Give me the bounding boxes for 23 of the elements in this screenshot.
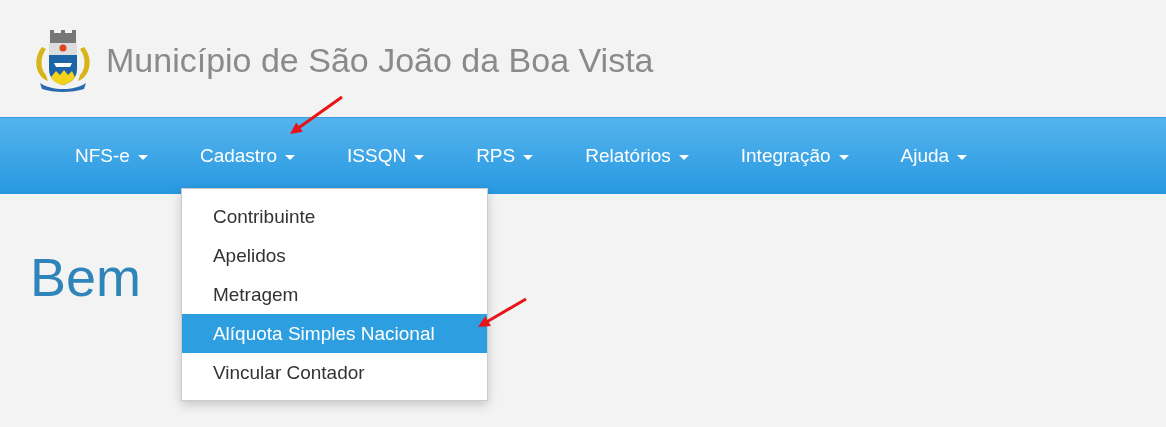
nav-menu[interactable]: Integração [727,135,862,177]
caret-icon [678,154,689,160]
nav-menu[interactable]: RPS [463,135,547,177]
page-heading: Bem [30,246,142,308]
menu-item[interactable]: Contribuinte [181,197,487,236]
nav-menu[interactable]: Cadastro [186,135,308,177]
caret-icon [414,154,425,160]
menu-item[interactable]: Metragem [181,275,487,314]
caret-icon [137,154,148,160]
nav-menu[interactable]: Ajuda [887,135,981,177]
menu-item[interactable]: Vincular Contador [181,353,487,392]
nav-menu[interactable]: Relatórios [572,135,702,177]
site-title: Município de São João da Boa Vista [106,41,654,80]
caret-icon [285,154,295,160]
pointer-arrow [290,95,343,134]
nav-menu[interactable]: NFS-e [62,135,161,177]
menu-item[interactable]: Alíquota Simples Nacional [181,314,487,353]
menu-item[interactable]: Apelidos [181,236,487,275]
caret-icon [957,154,968,160]
caret-icon [523,154,534,160]
nav-menu[interactable]: ISSQN [334,135,438,177]
caret-icon [838,154,849,160]
pointer-arrow [478,297,527,327]
